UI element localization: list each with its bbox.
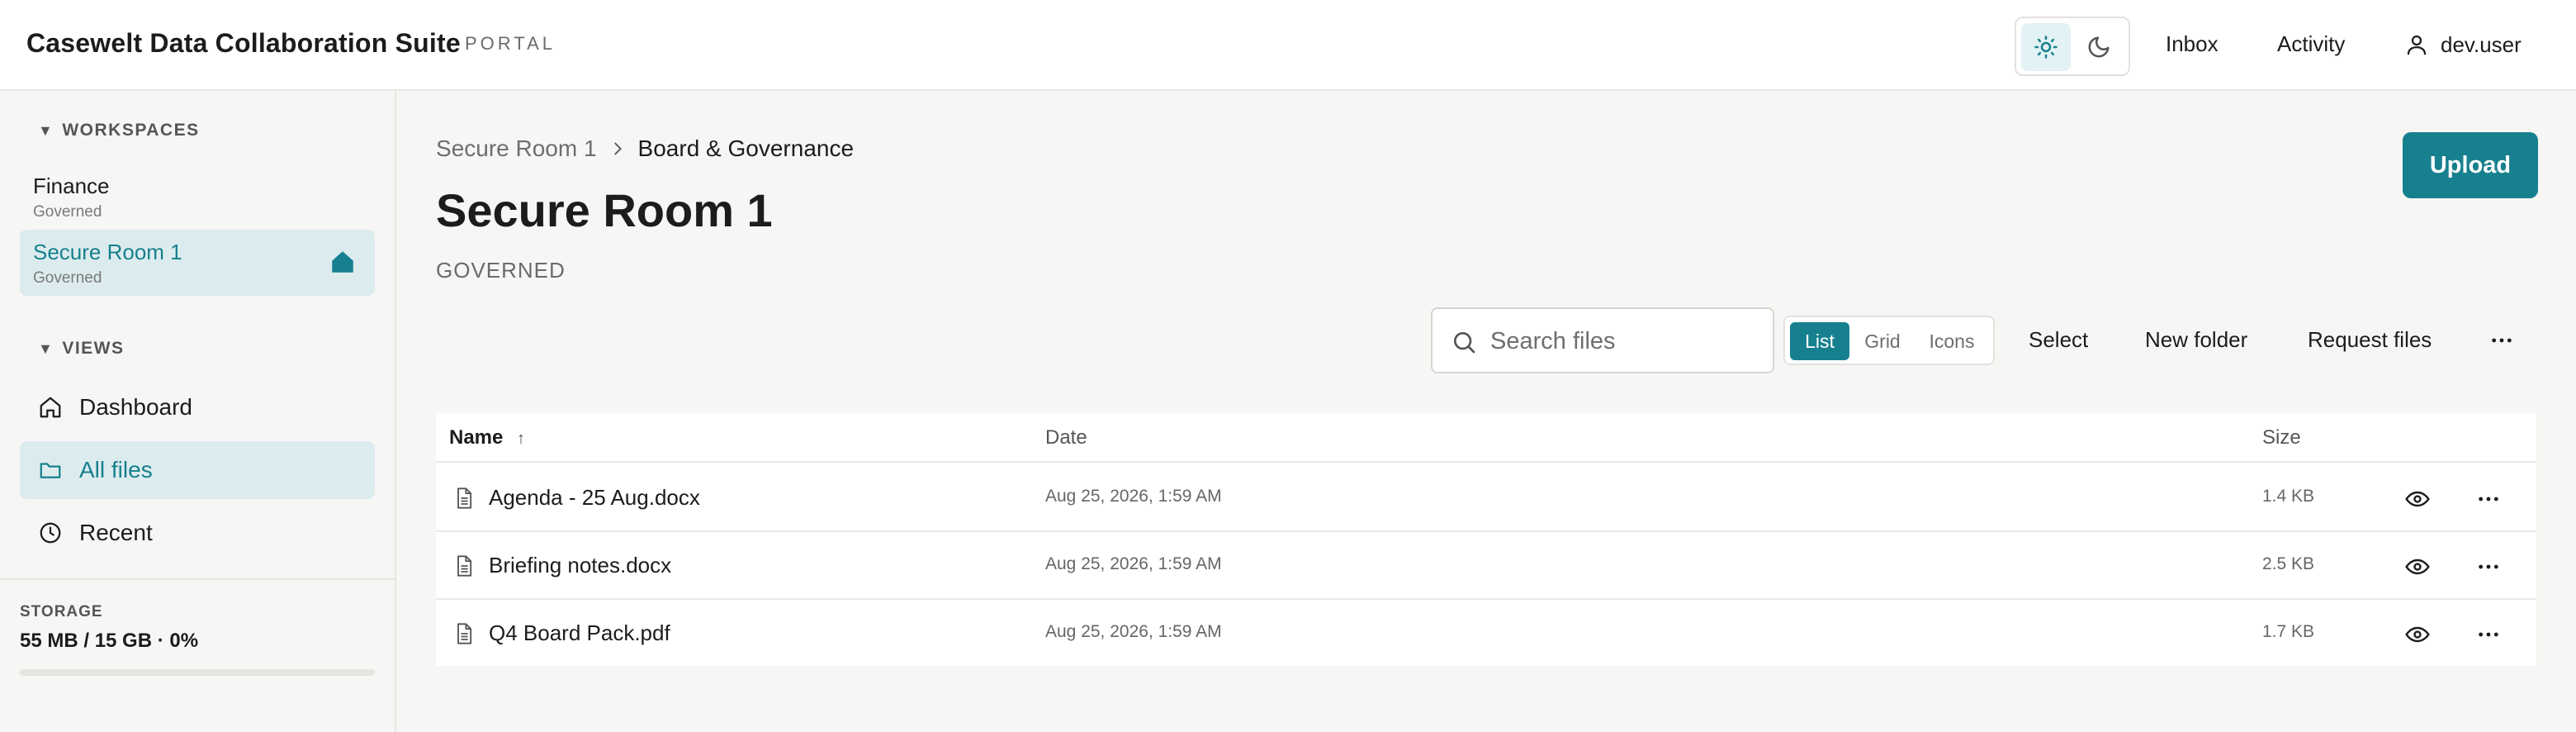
column-label: Name: [449, 426, 504, 449]
workspace-status: Governed: [33, 269, 102, 287]
breadcrumb-secure-room-1[interactable]: Secure Room 1: [436, 135, 597, 162]
workspace-name: Finance: [33, 173, 110, 198]
search-box: [1431, 307, 1774, 373]
storage-bar: [20, 669, 375, 676]
breadcrumb-current: Board & Governance: [637, 135, 855, 161]
files-table: Name ↑ Date Size Agenda - 25 Aug.docx Au…: [436, 413, 2536, 666]
view-mode-grid[interactable]: Grid: [1853, 322, 1912, 360]
preview-eye-icon[interactable]: [2404, 554, 2431, 580]
home-filled-icon: [332, 251, 353, 273]
storage-heading: STORAGE: [20, 603, 103, 620]
row-more-icon[interactable]: [2475, 621, 2502, 648]
file-name[interactable]: Agenda - 25 Aug.docx: [489, 485, 700, 511]
user-icon: [2407, 35, 2427, 55]
preview-eye-icon[interactable]: [2404, 486, 2431, 512]
folder-icon: [40, 463, 61, 478]
caret-down-icon: ▼: [38, 340, 54, 357]
view-label: Dashboard: [79, 394, 192, 420]
view-label: All files: [79, 457, 153, 482]
views-heading: VIEWS: [62, 339, 125, 358]
search-input[interactable]: [1490, 324, 1763, 359]
light-theme-button[interactable]: [2021, 23, 2071, 71]
file-name[interactable]: Briefing notes.docx: [489, 553, 671, 578]
view-mode-list[interactable]: List: [1790, 322, 1849, 360]
preview-eye-icon[interactable]: [2404, 621, 2431, 648]
view-mode-toggle: List Grid Icons: [1783, 316, 1995, 365]
table-header: Name ↑ Date Size: [436, 413, 2536, 463]
app-title: Casewelt Data Collaboration Suite: [26, 28, 461, 58]
view-dashboard[interactable]: Dashboard: [20, 378, 375, 436]
moon-icon: [2088, 36, 2110, 58]
clock-icon: [40, 522, 61, 544]
workspace-item-finance[interactable]: Finance Governed: [20, 164, 375, 230]
workspace-name: Secure Room 1: [33, 240, 182, 264]
storage-usage: 55 MB / 15 GB · 0%: [20, 630, 199, 652]
views-toggle[interactable]: ▼ VIEWS: [38, 339, 125, 359]
file-date: Aug 25, 2026, 1:59 AM: [1045, 487, 1222, 506]
storage-panel: STORAGE 55 MB / 15 GB · 0%: [0, 578, 395, 676]
request-files-button[interactable]: Request files: [2308, 327, 2432, 353]
inbox-link[interactable]: Inbox: [2166, 31, 2218, 57]
chevron-right-icon: [613, 142, 622, 155]
sort-ascending-icon: ↑: [517, 430, 526, 448]
file-name[interactable]: Q4 Board Pack.pdf: [489, 620, 670, 646]
dark-theme-button[interactable]: [2074, 23, 2124, 71]
document-icon: [457, 487, 472, 509]
sun-icon: [2034, 36, 2057, 59]
theme-toggle: [2015, 17, 2130, 76]
row-more-icon[interactable]: [2475, 554, 2502, 580]
new-folder-button[interactable]: New folder: [2145, 327, 2247, 353]
file-date: Aug 25, 2026, 1:59 AM: [1045, 554, 1222, 573]
view-mode-icons[interactable]: Icons: [1915, 322, 1988, 360]
table-row[interactable]: Q4 Board Pack.pdf Aug 25, 2026, 1:59 AM …: [436, 600, 2536, 668]
document-icon: [457, 555, 472, 577]
caret-down-icon: ▼: [38, 121, 54, 139]
view-label: Recent: [79, 520, 153, 545]
search-icon: [1454, 332, 1475, 354]
user-menu[interactable]: dev.user: [2404, 30, 2522, 59]
top-bar: Casewelt Data Collaboration Suite PORTAL…: [0, 0, 2576, 91]
workspaces-heading: WORKSPACES: [62, 121, 200, 140]
workspace-item-secure-room-1[interactable]: Secure Room 1 Governed: [20, 230, 375, 296]
table-row[interactable]: Agenda - 25 Aug.docx Aug 25, 2026, 1:59 …: [436, 464, 2536, 532]
file-size: 1.4 KB: [2262, 487, 2315, 506]
more-options-icon[interactable]: [2488, 327, 2515, 354]
column-name-header[interactable]: Name ↑: [449, 426, 525, 449]
column-size-header[interactable]: Size: [2262, 426, 2301, 449]
workspaces-toggle[interactable]: ▼ WORKSPACES: [38, 121, 200, 140]
sidebar: ▼ WORKSPACES Finance Governed Secure Roo…: [0, 91, 396, 732]
view-all-files[interactable]: All files: [20, 441, 375, 499]
activity-link[interactable]: Activity: [2277, 31, 2345, 57]
workspace-status: Governed: [33, 203, 102, 221]
user-name: dev.user: [2441, 31, 2522, 57]
file-size: 2.5 KB: [2262, 554, 2315, 573]
breadcrumb: Secure Room 1 Board & Governance: [436, 135, 854, 162]
portal-tag: PORTAL: [465, 33, 556, 54]
document-icon: [457, 623, 472, 644]
file-size: 1.7 KB: [2262, 622, 2315, 641]
view-recent[interactable]: Recent: [20, 504, 375, 562]
page-title: Secure Room 1: [436, 184, 773, 236]
file-date: Aug 25, 2026, 1:59 AM: [1045, 622, 1222, 641]
row-more-icon[interactable]: [2475, 486, 2502, 512]
column-date-header[interactable]: Date: [1045, 426, 1087, 449]
upload-button[interactable]: Upload: [2403, 132, 2538, 198]
home-icon: [40, 397, 61, 418]
table-row[interactable]: Briefing notes.docx Aug 25, 2026, 1:59 A…: [436, 532, 2536, 600]
select-button[interactable]: Select: [2029, 327, 2088, 353]
page-subtitle: GOVERNED: [436, 258, 566, 283]
